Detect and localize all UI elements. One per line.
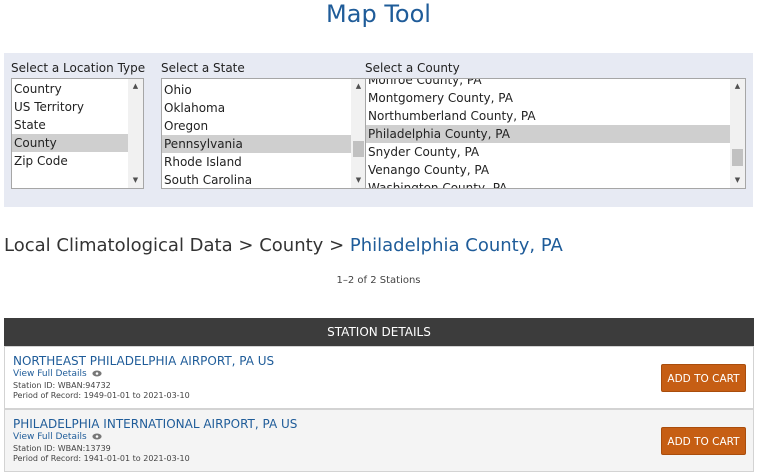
- county-option-selected[interactable]: Philadelphia County, PA: [366, 125, 730, 143]
- county-scrollbar[interactable]: ▲ ▼: [730, 79, 745, 188]
- breadcrumb-level[interactable]: County: [259, 235, 323, 256]
- state-option[interactable]: Rhode Island: [162, 153, 351, 171]
- county-option[interactable]: Washington County, PA: [366, 179, 730, 188]
- county-scroll-thumb[interactable]: [732, 149, 743, 166]
- scroll-down-arrow-icon[interactable]: ▼: [730, 173, 745, 188]
- station-row: NORTHEAST PHILADELPHIA AIRPORT, PA US Vi…: [4, 346, 754, 409]
- view-full-details-label: View Full Details: [13, 369, 87, 379]
- state-scrollbar[interactable]: ▲ ▼: [351, 79, 366, 188]
- state-option[interactable]: Oklahoma: [162, 99, 351, 117]
- add-to-cart-button[interactable]: ADD TO CART: [661, 427, 746, 455]
- station-id: Station ID: WBAN:94732: [13, 381, 111, 390]
- location-type-option-selected[interactable]: County: [12, 134, 128, 152]
- location-type-option[interactable]: Zip Code: [12, 152, 128, 170]
- county-select-group: Select a County Monroe County, PA Montgo…: [365, 60, 746, 189]
- station-name-link[interactable]: PHILADELPHIA INTERNATIONAL AIRPORT, PA U…: [13, 416, 297, 432]
- view-full-details-label: View Full Details: [13, 432, 87, 442]
- county-option[interactable]: Northumberland County, PA: [366, 107, 730, 125]
- location-type-option[interactable]: State: [12, 116, 128, 134]
- scroll-up-arrow-icon[interactable]: ▲: [128, 79, 143, 94]
- county-label: Select a County: [365, 61, 460, 75]
- scroll-down-arrow-icon[interactable]: ▼: [128, 173, 143, 188]
- state-listbox[interactable]: Ohio Oklahoma Oregon Pennsylvania Rhode …: [161, 78, 367, 189]
- location-type-option[interactable]: US Territory: [12, 98, 128, 116]
- county-option[interactable]: Venango County, PA: [366, 161, 730, 179]
- station-row: PHILADELPHIA INTERNATIONAL AIRPORT, PA U…: [4, 409, 754, 472]
- add-to-cart-button[interactable]: ADD TO CART: [661, 364, 746, 392]
- location-type-listbox[interactable]: Country US Territory State County Zip Co…: [11, 78, 144, 189]
- county-option[interactable]: Montgomery County, PA: [366, 89, 730, 107]
- county-option[interactable]: Monroe County, PA: [366, 79, 730, 89]
- scroll-up-arrow-icon[interactable]: ▲: [351, 79, 366, 94]
- location-type-label: Select a Location Type: [11, 61, 146, 75]
- state-option[interactable]: South Carolina: [162, 171, 351, 188]
- eye-icon: [91, 433, 102, 440]
- county-listbox[interactable]: Monroe County, PA Montgomery County, PA …: [365, 78, 746, 189]
- station-name-link[interactable]: NORTHEAST PHILADELPHIA AIRPORT, PA US: [13, 353, 274, 369]
- state-option[interactable]: Oregon: [162, 117, 351, 135]
- eye-icon: [91, 370, 102, 377]
- page-title: Map Tool: [326, 0, 431, 28]
- view-full-details-link[interactable]: View Full Details: [13, 369, 102, 380]
- state-label: Select a State: [161, 61, 245, 75]
- state-select-group: Select a State Ohio Oklahoma Oregon Penn…: [161, 60, 367, 189]
- state-option-selected[interactable]: Pennsylvania: [162, 135, 351, 153]
- station-details-header: STATION DETAILS: [4, 318, 754, 346]
- breadcrumb-root[interactable]: Local Climatological Data: [4, 235, 233, 256]
- location-type-scrollbar[interactable]: ▲ ▼: [128, 79, 143, 188]
- scroll-up-arrow-icon[interactable]: ▲: [730, 79, 745, 94]
- location-selector-panel: Select a Location Type Country US Territ…: [4, 53, 753, 207]
- location-type-option[interactable]: Country: [12, 80, 128, 98]
- breadcrumb: Local Climatological Data > County > Phi…: [4, 234, 563, 258]
- view-full-details-link[interactable]: View Full Details: [13, 432, 102, 443]
- state-option[interactable]: Ohio: [162, 81, 351, 99]
- location-type-select-group: Select a Location Type Country US Territ…: [11, 60, 146, 189]
- period-of-record: Period of Record: 1949-01-01 to 2021-03-…: [13, 391, 190, 400]
- station-count: 1–2 of 2 Stations: [336, 275, 421, 286]
- county-option[interactable]: Snyder County, PA: [366, 143, 730, 161]
- scroll-down-arrow-icon[interactable]: ▼: [351, 173, 366, 188]
- period-of-record: Period of Record: 1941-01-01 to 2021-03-…: [13, 454, 190, 463]
- breadcrumb-current: Philadelphia County, PA: [349, 235, 563, 256]
- station-id: Station ID: WBAN:13739: [13, 444, 111, 453]
- state-scroll-thumb[interactable]: [353, 141, 364, 157]
- breadcrumb-separator: >: [329, 235, 345, 256]
- breadcrumb-separator: >: [238, 235, 254, 256]
